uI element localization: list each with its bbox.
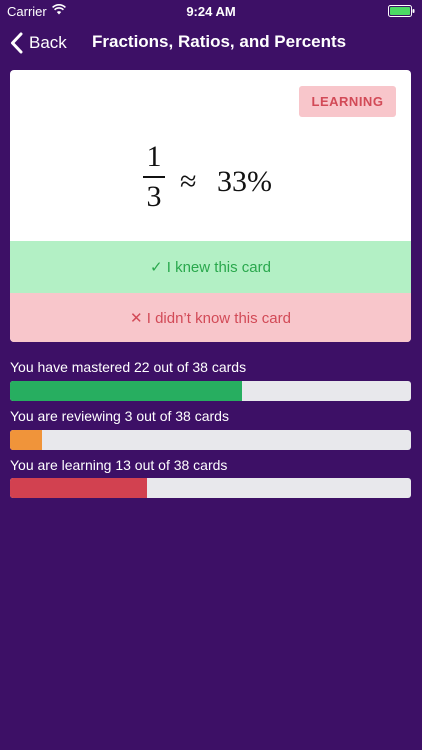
reviewing-label: You are reviewing 3 out of 38 cards — [10, 408, 229, 424]
knew-card-button[interactable]: ✓ I knew this card — [10, 241, 411, 293]
fraction: 1 3 — [143, 140, 165, 214]
nav-bar: Back Fractions, Ratios, and Percents — [0, 22, 422, 66]
status-badge: LEARNING — [299, 86, 396, 117]
status-bar: Carrier 9:24 AM — [0, 0, 422, 22]
learning-label: You are learning 13 out of 38 cards — [10, 457, 228, 473]
mastered-progress-fill — [10, 381, 243, 401]
fraction-denominator: 3 — [146, 179, 162, 213]
reviewing-progress-fill — [10, 430, 42, 450]
back-label: Back — [29, 33, 67, 52]
flashcard: LEARNING 1 3 ≈ 33% ✓ I knew this card ✕ … — [10, 70, 411, 342]
percent-value: 33% — [217, 165, 272, 198]
reviewing-progress-bar — [10, 430, 411, 450]
page-title: Fractions, Ratios, and Percents — [92, 32, 347, 51]
battery-icon — [388, 5, 415, 17]
back-button[interactable]: Back — [10, 32, 67, 54]
approx-symbol: ≈ — [180, 165, 197, 198]
mastered-label: You have mastered 22 out of 38 cards — [10, 359, 247, 375]
mastered-progress-bar — [10, 381, 411, 401]
status-time: 9:24 AM — [186, 4, 236, 19]
learning-progress-bar — [10, 478, 411, 498]
chevron-left-icon — [11, 32, 23, 54]
didnt-know-card-button[interactable]: ✕ I didn’t know this card — [10, 293, 411, 342]
learning-progress-fill — [10, 478, 148, 498]
fraction-bar — [143, 176, 165, 178]
fraction-numerator: 1 — [146, 140, 162, 173]
